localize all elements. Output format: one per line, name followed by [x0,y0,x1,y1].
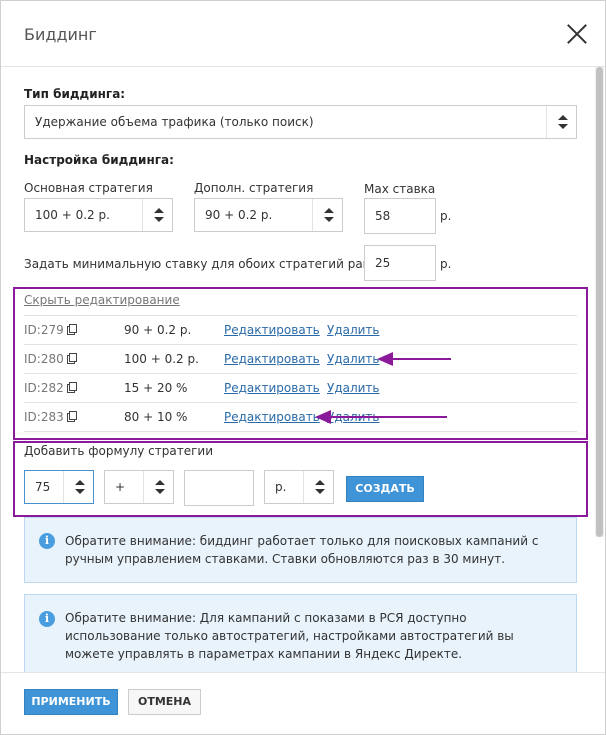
dialog-body: Тип биддинга: Удержание объема трафика (… [1,68,595,672]
main-strategy-value: 100 + 0.2 р. [35,208,110,222]
formula-value: 75 [35,480,51,494]
edit-link[interactable]: Редактировать [224,352,320,366]
select-arrows-icon [143,471,173,503]
info-icon: i [39,611,55,627]
copy-icon[interactable] [66,411,77,422]
min-bid-label: Задать минимальную ставку для обоих стра… [24,257,395,271]
max-bid-input[interactable]: 58 [364,198,436,234]
notice-text: Обратите внимание: биддинг работает толь… [65,534,539,566]
settings-label: Настройка биддинга: [24,153,174,167]
apply-button[interactable]: ПРИМЕНИТЬ [24,689,118,715]
row-formula: 90 + 0.2 р. [124,323,192,337]
divider [24,402,577,403]
bidding-type-select[interactable]: Удержание объема трафика (только поиск) [24,105,577,139]
bidding-type-value: Удержание объема трафика (только поиск) [35,115,314,129]
select-arrows-icon [303,471,333,503]
select-arrows-icon [63,471,93,503]
notice-text: Обратите внимание: Для кампаний с показа… [65,611,514,661]
edit-link[interactable]: Редактировать [224,410,320,424]
row-formula: 15 + 20 % [124,381,188,395]
notice-box: i Обратите внимание: Для кампаний с пока… [24,594,577,672]
row-id: ID:282 [24,381,77,395]
extra-strategy-label: Дополн. стратегия [194,181,314,195]
scrollbar[interactable] [595,67,604,537]
arrow-left-icon [315,410,447,424]
max-bid-label: Max ставка [364,182,436,196]
edit-link[interactable]: Редактировать [224,323,320,337]
formula-operator-select[interactable]: + [104,470,174,504]
copy-icon[interactable] [66,382,77,393]
min-bid-input[interactable]: 25 [364,245,436,281]
dialog-title: Биддинг [24,25,97,44]
dialog-footer: ПРИМЕНИТЬ ОТМЕНА [1,672,605,734]
row-id: ID:283 [24,410,77,424]
notice-box: i Обратите внимание: биддинг работает то… [24,517,577,583]
divider [24,344,577,345]
row-formula: 80 + 10 % [124,410,188,424]
divider [24,315,577,316]
edit-link[interactable]: Редактировать [224,381,320,395]
max-bid-unit: р. [440,209,452,223]
row-id: ID:279 [24,323,77,337]
create-button[interactable]: СОЗДАТЬ [346,476,424,502]
extra-strategy-value: 90 + 0.2 р. [205,208,273,222]
scrollbar-thumb[interactable] [596,67,603,537]
select-arrows-icon [312,199,342,231]
min-bid-unit: р. [440,257,452,271]
cancel-button[interactable]: ОТМЕНА [128,689,201,715]
add-formula-label: Добавить формулу стратегии [24,444,214,458]
close-icon[interactable] [566,23,588,45]
formula-unit-select[interactable]: р. [264,470,334,504]
bidding-dialog: Биддинг Тип биддинга: Удержание объема т… [0,0,606,735]
row-formula: 100 + 0.2 р. [124,352,199,366]
main-strategy-select[interactable]: 100 + 0.2 р. [24,198,173,232]
formula-unit: р. [275,480,287,494]
extra-strategy-select[interactable]: 90 + 0.2 р. [194,198,343,232]
dialog-header: Биддинг [1,1,605,67]
divider [24,431,577,432]
main-strategy-label: Основная стратегия [24,181,153,195]
arrow-left-icon [377,352,451,366]
delete-link[interactable]: Удалить [327,352,380,366]
select-arrows-icon [142,199,172,231]
bidding-type-label: Тип биддинга: [24,87,126,101]
hide-editing-link[interactable]: Скрыть редактирование [24,293,180,307]
formula-operator: + [115,480,126,494]
copy-icon[interactable] [66,324,77,335]
select-arrows-icon [546,106,576,138]
formula-value-select[interactable]: 75 [24,470,94,504]
delete-link[interactable]: Удалить [327,381,380,395]
row-id: ID:280 [24,352,77,366]
divider [24,373,577,374]
copy-icon[interactable] [66,353,77,364]
delete-link[interactable]: Удалить [327,323,380,337]
info-icon: i [39,533,55,549]
formula-amount-input[interactable] [184,470,254,506]
